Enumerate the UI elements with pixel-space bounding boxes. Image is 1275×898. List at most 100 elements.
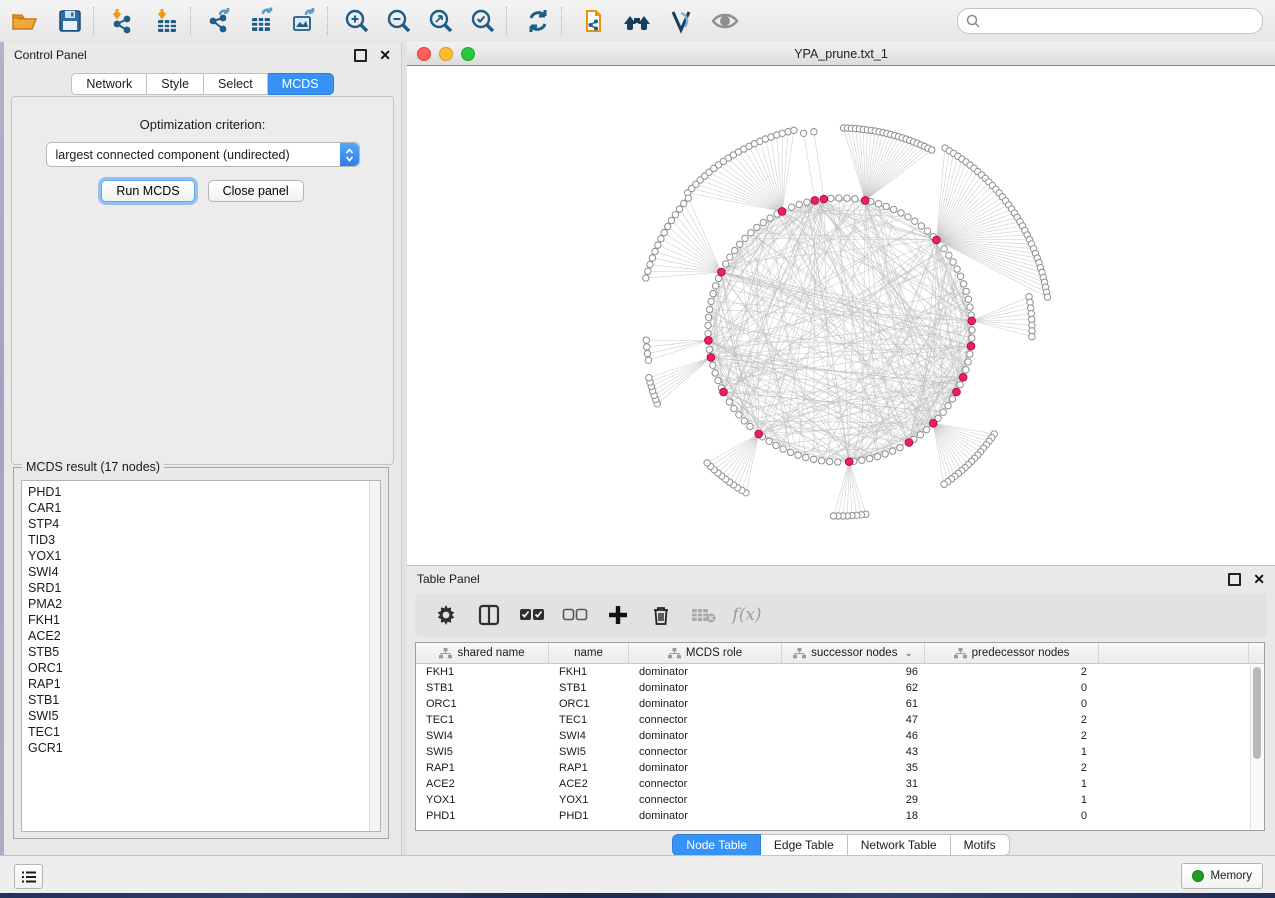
- deselect-all-rows-icon[interactable]: [562, 602, 588, 628]
- tab-edge-table[interactable]: Edge Table: [761, 834, 848, 856]
- column-header-empty[interactable]: [1099, 643, 1249, 663]
- search-icon: [966, 14, 980, 28]
- node-table-body: FKH1FKH1dominator962STB1STB1dominator620…: [416, 664, 1264, 830]
- delete-table-icon: [691, 602, 717, 628]
- export-image-icon[interactable]: [288, 5, 320, 37]
- open-file-icon[interactable]: [8, 5, 40, 37]
- mcds-result-group: MCDS result (17 nodes) PHD1CAR1STP4TID3Y…: [13, 467, 389, 839]
- mcds-result-item[interactable]: ACE2: [28, 628, 368, 644]
- mcds-result-item[interactable]: SRD1: [28, 580, 368, 596]
- close-panel-icon[interactable]: ✕: [379, 48, 391, 62]
- hide-details-icon[interactable]: [665, 5, 697, 37]
- mcds-result-item[interactable]: SWI5: [28, 708, 368, 724]
- control-panel-tabs: NetworkStyleSelectMCDS: [4, 73, 401, 95]
- import-table-icon[interactable]: [151, 5, 183, 37]
- table-row[interactable]: STB1STB1dominator620: [416, 680, 1264, 696]
- mcds-result-item[interactable]: PMA2: [28, 596, 368, 612]
- mcds-result-item[interactable]: TEC1: [28, 724, 368, 740]
- memory-button[interactable]: Memory: [1181, 863, 1263, 889]
- table-row[interactable]: SWI4SWI4dominator462: [416, 728, 1264, 744]
- memory-label: Memory: [1210, 870, 1252, 882]
- table-row[interactable]: PHD1PHD1dominator180: [416, 808, 1264, 824]
- add-column-icon[interactable]: [605, 602, 631, 628]
- mcds-result-item[interactable]: RAP1: [28, 676, 368, 692]
- refresh-icon[interactable]: [522, 5, 554, 37]
- export-table-icon[interactable]: [246, 5, 278, 37]
- mcds-result-item[interactable]: GCR1: [28, 740, 368, 756]
- mcds-result-item[interactable]: STB1: [28, 692, 368, 708]
- zoom-fit-icon[interactable]: [425, 5, 457, 37]
- table-scrollbar-thumb[interactable]: [1253, 667, 1261, 759]
- table-settings-icon[interactable]: [433, 602, 459, 628]
- tab-network[interactable]: Network: [71, 73, 147, 95]
- float-table-panel-icon[interactable]: [1228, 573, 1241, 586]
- zoom-in-icon[interactable]: [341, 5, 373, 37]
- column-header-predecessor-nodes[interactable]: predecessor nodes: [925, 643, 1099, 663]
- table-row[interactable]: ORC1ORC1dominator610: [416, 696, 1264, 712]
- table-row[interactable]: RAP1RAP1dominator352: [416, 760, 1264, 776]
- network-view-window: YPA_prune.txt_1: [407, 42, 1275, 565]
- global-search-field[interactable]: [957, 8, 1263, 34]
- tab-motifs[interactable]: Motifs: [951, 834, 1010, 856]
- mcds-result-item[interactable]: ORC1: [28, 660, 368, 676]
- table-row[interactable]: FKH1FKH1dominator962: [416, 664, 1264, 680]
- search-network-icon[interactable]: [621, 5, 653, 37]
- table-row[interactable]: YOX1YOX1connector291: [416, 792, 1264, 808]
- control-panel-title: Control Panel: [14, 48, 354, 62]
- table-panel-tabs: Node TableEdge TableNetwork TableMotifs: [407, 834, 1275, 856]
- import-network-icon[interactable]: [107, 5, 139, 37]
- network-window-title: YPA_prune.txt_1: [407, 47, 1275, 61]
- column-chooser-icon[interactable]: [476, 602, 502, 628]
- mcds-result-title: MCDS result (17 nodes): [22, 460, 164, 474]
- network-graph[interactable]: [407, 66, 1275, 566]
- mcds-result-item[interactable]: PHD1: [28, 484, 368, 500]
- mcds-result-item[interactable]: FKH1: [28, 612, 368, 628]
- mcds-result-item[interactable]: STB5: [28, 644, 368, 660]
- select-all-rows-icon[interactable]: [519, 602, 545, 628]
- task-history-button[interactable]: [14, 864, 43, 889]
- sort-icon: ⌄: [904, 648, 912, 659]
- float-panel-icon[interactable]: [354, 49, 367, 62]
- tab-mcds[interactable]: MCDS: [268, 73, 334, 95]
- export-network-icon[interactable]: [204, 5, 236, 37]
- show-details-icon[interactable]: [709, 5, 741, 37]
- criterion-select[interactable]: largest connected component (undirected): [46, 142, 360, 167]
- main-toolbar: [0, 0, 1275, 43]
- close-table-panel-icon[interactable]: ✕: [1253, 572, 1265, 586]
- zoom-out-icon[interactable]: [383, 5, 415, 37]
- toolbar-separator: [190, 7, 191, 35]
- toolbar-separator: [327, 7, 328, 35]
- mcds-result-item[interactable]: YOX1: [28, 548, 368, 564]
- close-panel-button[interactable]: Close panel: [208, 180, 304, 202]
- mcds-list-scrollbar[interactable]: [369, 481, 380, 831]
- network-canvas[interactable]: [407, 65, 1275, 566]
- mcds-tab-content: Optimization criterion: largest connecte…: [11, 96, 394, 465]
- optimization-criterion-label: Optimization criterion:: [12, 117, 393, 132]
- mcds-result-item[interactable]: SWI4: [28, 564, 368, 580]
- column-header-successor-nodes[interactable]: successor nodes⌄: [782, 643, 925, 663]
- table-row[interactable]: ACE2ACE2connector311: [416, 776, 1264, 792]
- function-builder-icon: f(x): [734, 602, 760, 628]
- mcds-result-listbox[interactable]: PHD1CAR1STP4TID3YOX1SWI4SRD1PMA2FKH1ACE2…: [21, 480, 381, 832]
- table-row[interactable]: TEC1TEC1connector472: [416, 712, 1264, 728]
- column-header-name[interactable]: name: [549, 643, 629, 663]
- mcds-result-item[interactable]: TID3: [28, 532, 368, 548]
- desktop-wallpaper-bottom: [0, 893, 1275, 898]
- save-session-icon[interactable]: [54, 5, 86, 37]
- table-row[interactable]: SWI5SWI5connector431: [416, 744, 1264, 760]
- column-header-MCDS-role[interactable]: MCDS role: [629, 643, 782, 663]
- delete-column-icon[interactable]: [648, 602, 674, 628]
- tab-network-table[interactable]: Network Table: [848, 834, 951, 856]
- mcds-result-item[interactable]: STP4: [28, 516, 368, 532]
- column-header-shared-name[interactable]: shared name: [416, 643, 549, 663]
- tab-select[interactable]: Select: [204, 73, 268, 95]
- search-input[interactable]: [980, 13, 1254, 29]
- tab-node-table[interactable]: Node Table: [672, 834, 761, 856]
- share-document-icon[interactable]: [577, 5, 609, 37]
- zoom-selected-icon[interactable]: [467, 5, 499, 37]
- run-mcds-button[interactable]: Run MCDS: [101, 180, 194, 202]
- table-scrollbar[interactable]: [1250, 664, 1264, 830]
- fx-label: f(x): [732, 605, 761, 625]
- tab-style[interactable]: Style: [147, 73, 204, 95]
- mcds-result-item[interactable]: CAR1: [28, 500, 368, 516]
